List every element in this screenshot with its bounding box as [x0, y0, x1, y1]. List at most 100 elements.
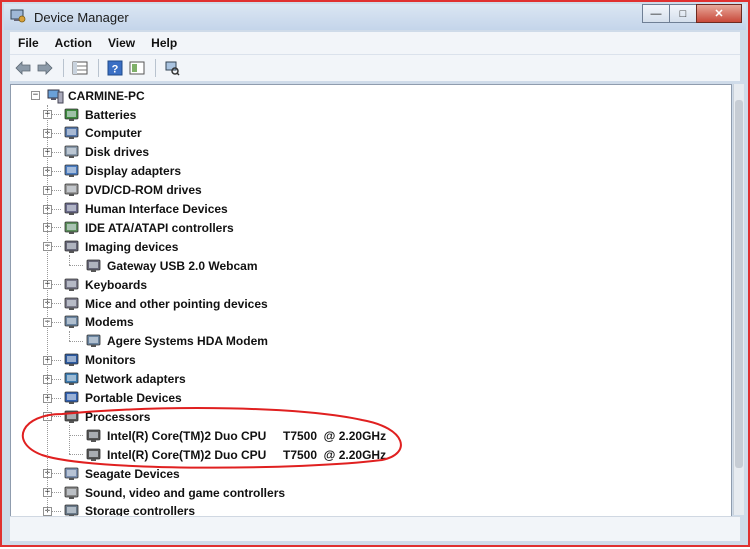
- category-label: Disk drives: [85, 145, 150, 160]
- computer-root-icon: [47, 89, 64, 103]
- category-label: Sound, video and game controllers: [85, 485, 286, 500]
- tree-connector: [69, 454, 83, 456]
- display-adapter-icon: [64, 164, 79, 178]
- category-label: Human Interface Devices: [85, 202, 228, 216]
- tree-connector: [69, 425, 70, 455]
- tree-category[interactable]: Batteries: [63, 105, 136, 124]
- tree-category[interactable]: Mice and other pointing devices: [63, 294, 268, 313]
- view-icon: [129, 61, 145, 75]
- toolbar-separator: [155, 59, 156, 77]
- keyboard-icon: [64, 278, 79, 291]
- minimize-button[interactable]: —: [642, 4, 670, 23]
- window-title: Device Manager: [34, 10, 129, 25]
- toolbar: ?: [10, 55, 740, 81]
- category-label: Mice and other pointing devices: [85, 296, 268, 311]
- seagate-icon: [64, 467, 79, 480]
- tree-category[interactable]: Portable Devices: [63, 389, 182, 408]
- scan-hardware-icon: [165, 61, 180, 76]
- properties-button[interactable]: [70, 58, 90, 78]
- collapse-toggle[interactable]: −: [31, 91, 40, 100]
- dvd-drive-icon: [64, 183, 79, 197]
- category-label: Portable Devices: [85, 391, 182, 405]
- toolbar-separator: [98, 59, 99, 77]
- tree-category[interactable]: Keyboards: [63, 275, 147, 294]
- tree-category[interactable]: Display adapters: [63, 162, 181, 181]
- tree-category[interactable]: Seagate Devices: [63, 464, 180, 483]
- device-label: Gateway USB 2.0 Webcam: [107, 258, 258, 273]
- ide-controller-icon: [64, 221, 79, 234]
- forward-button[interactable]: [35, 58, 55, 78]
- category-label: DVD/CD-ROM drives: [85, 183, 202, 198]
- category-label: Network adapters: [85, 372, 186, 387]
- help-button[interactable]: ?: [105, 58, 125, 78]
- tree-root[interactable]: − CARMINE-PC: [31, 86, 145, 105]
- tree-device[interactable]: Intel(R) Core(TM)2 Duo CPU T7500 @ 2.20G…: [85, 426, 386, 445]
- modem-icon: [64, 315, 79, 329]
- vertical-scrollbar[interactable]: [733, 84, 744, 515]
- properties-grid-icon: [72, 61, 88, 75]
- tree-connector: [69, 435, 83, 437]
- svg-text:?: ?: [112, 64, 119, 76]
- tree-category[interactable]: Human Interface Devices: [63, 200, 228, 219]
- processor-icon: [64, 410, 79, 423]
- tree-device[interactable]: Agere Systems HDA Modem: [85, 332, 268, 351]
- title-bar[interactable]: Device Manager — □ ✕: [4, 4, 746, 30]
- category-label: Modems: [85, 315, 134, 330]
- scan-hardware-button[interactable]: [162, 58, 182, 78]
- tree-category[interactable]: Sound, video and game controllers: [63, 483, 285, 502]
- tree-category[interactable]: Network adapters: [63, 370, 186, 389]
- device-tree-pane[interactable]: − CARMINE-PC + Batteries + Computer + Disk dr…: [10, 84, 732, 517]
- category-label: Batteries: [85, 107, 137, 122]
- maximize-button[interactable]: □: [669, 4, 697, 23]
- category-label: Display adapters: [85, 164, 182, 179]
- tree-connector: [69, 265, 83, 267]
- category-label: Imaging devices: [85, 239, 179, 254]
- tree-category[interactable]: Imaging devices: [63, 237, 178, 256]
- device-manager-window: Device Manager — □ ✕ File Action View He…: [0, 0, 750, 547]
- device-item-icon: [86, 448, 101, 461]
- device-label: Agere Systems HDA Modem: [107, 334, 268, 349]
- category-label: Processors: [85, 409, 151, 424]
- tree-connector: [69, 255, 70, 266]
- menu-action[interactable]: Action: [47, 36, 100, 50]
- category-label: Seagate Devices: [85, 466, 180, 481]
- menu-file[interactable]: File: [10, 36, 47, 50]
- device-item-icon: [86, 259, 101, 272]
- hid-icon: [64, 202, 79, 215]
- storage-controller-icon: [64, 504, 79, 516]
- close-button[interactable]: ✕: [696, 4, 742, 23]
- category-label: Computer: [85, 126, 142, 141]
- toolbar-separator: [63, 59, 64, 77]
- back-icon: [15, 61, 31, 75]
- view-button[interactable]: [127, 58, 147, 78]
- battery-icon: [64, 108, 79, 121]
- category-label: IDE ATA/ATAPI controllers: [85, 220, 234, 235]
- tree-category[interactable]: DVD/CD-ROM drives: [63, 181, 202, 200]
- tree-category[interactable]: Monitors: [63, 351, 136, 370]
- tree-category[interactable]: IDE ATA/ATAPI controllers: [63, 218, 234, 237]
- help-icon: ?: [107, 60, 123, 76]
- category-label: Monitors: [85, 353, 136, 368]
- network-adapter-icon: [64, 372, 79, 386]
- tree-device[interactable]: Intel(R) Core(TM)2 Duo CPU T7500 @ 2.20G…: [85, 445, 386, 464]
- menu-help[interactable]: Help: [143, 36, 185, 50]
- portable-device-icon: [64, 391, 79, 404]
- tree-device[interactable]: Gateway USB 2.0 Webcam: [85, 256, 258, 275]
- tree-connector: [69, 340, 83, 342]
- disk-drive-icon: [64, 145, 79, 159]
- status-bar: [10, 516, 740, 541]
- tree-category[interactable]: Processors: [63, 407, 150, 426]
- device-label: Intel(R) Core(TM)2 Duo CPU T7500 @ 2.20G…: [107, 447, 387, 462]
- menu-view[interactable]: View: [100, 36, 143, 50]
- speaker-icon: [64, 486, 79, 499]
- tree-category[interactable]: Computer: [63, 124, 142, 143]
- monitor-icon: [64, 353, 79, 367]
- tree-category[interactable]: Modems: [63, 313, 134, 332]
- back-button[interactable]: [13, 58, 33, 78]
- tree-connector: [69, 330, 70, 341]
- scrollbar-thumb[interactable]: [735, 100, 743, 468]
- tree-category[interactable]: Storage controllers: [63, 502, 195, 516]
- camera-icon: [64, 240, 79, 253]
- tree-category[interactable]: Disk drives: [63, 143, 149, 162]
- tree-connector: [47, 105, 48, 511]
